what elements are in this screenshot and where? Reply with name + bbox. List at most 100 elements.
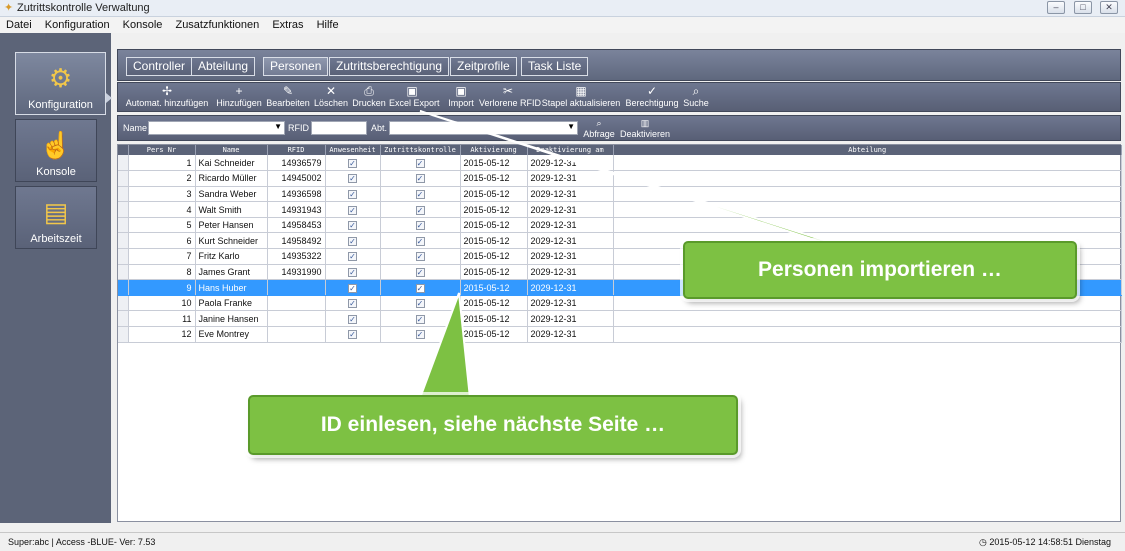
checkbox[interactable]: ✓ <box>415 189 425 199</box>
menu-zusatzfunktionen[interactable]: Zusatzfunktionen <box>175 17 259 33</box>
checkbox[interactable]: ✓ <box>348 314 357 324</box>
checkbox[interactable]: ✓ <box>348 252 357 262</box>
name-filter-select[interactable]: ▼ <box>148 121 285 135</box>
checkbox[interactable]: ✓ <box>415 221 425 231</box>
search-button[interactable]: ⌕ Suche <box>681 84 711 109</box>
rfid-filter-input[interactable] <box>311 121 367 135</box>
col-deaktivierung[interactable]: Deaktivierung am <box>527 145 614 155</box>
cell-abteilung <box>613 217 1122 234</box>
cell-aktivierung: 2015-05-12 <box>460 201 528 218</box>
chevron-down-icon: ▼ <box>567 122 575 131</box>
checkbox[interactable]: ✓ <box>348 189 357 199</box>
cell-zutrittskontrolle: ✓ <box>380 310 461 328</box>
cell-rfid: 14958453 <box>267 217 326 234</box>
table-row[interactable]: 5 Peter Hansen 14958453 ✓ ✓ 2015-05-12 2029-12… <box>118 217 1122 234</box>
col-name[interactable]: Name <box>195 145 268 155</box>
checkbox[interactable]: ✓ <box>348 205 357 215</box>
row-selector <box>118 248 129 265</box>
checkbox[interactable]: ✓ <box>415 330 425 340</box>
checkbox[interactable]: ✓ <box>348 158 357 168</box>
permission-button[interactable]: ✓ Berechtigung <box>625 84 679 109</box>
cell-pers-nr: 4 <box>128 201 196 218</box>
row-selector <box>118 310 129 328</box>
cell-deaktivierung: 2029-12-31 <box>527 310 614 328</box>
minimize-icon[interactable]: – <box>1047 1 1065 14</box>
print-button[interactable]: ⎙ Drucken <box>351 84 387 109</box>
menu-konfiguration[interactable]: Konfiguration <box>45 17 110 33</box>
checkbox[interactable]: ✓ <box>348 174 357 184</box>
checkbox[interactable]: ✓ <box>415 236 425 246</box>
table-row[interactable]: 12 Eve Montrey ✓ ✓ 2015-05-12 2029-12-31 <box>118 326 1122 343</box>
import-button[interactable]: ▣ Import <box>445 84 477 109</box>
query-button[interactable]: ⌕ Abfrage <box>582 118 616 139</box>
title-bar: ✦ Zutrittskontrolle Verwaltung – □ ✕ <box>0 0 1125 17</box>
nav-konfiguration[interactable]: ⚙ Konfiguration <box>15 52 112 115</box>
cell-rfid: 14931990 <box>267 264 326 281</box>
checkbox[interactable]: ✓ <box>415 267 425 277</box>
table-row[interactable]: 2 Ricardo Müller 14945002 ✓ ✓ 2015-05-12 2029-… <box>118 170 1122 187</box>
checkbox[interactable]: ✓ <box>348 267 357 277</box>
cell-anwesenheit: ✓ <box>325 232 381 250</box>
name-filter-label: Name <box>123 123 148 133</box>
tab-personen[interactable]: Personen <box>263 57 329 76</box>
tab-abteilung[interactable]: Abteilung <box>191 57 256 76</box>
table-row[interactable]: 4 Walt Smith 14931943 ✓ ✓ 2015-05-12 2029-12-3… <box>118 201 1122 218</box>
cell-anwesenheit: ✓ <box>325 326 381 343</box>
checkbox[interactable]: ✓ <box>415 174 425 184</box>
col-aktivierung[interactable]: Aktivierung <box>460 145 528 155</box>
auto-add-icon: ✢ <box>161 84 173 98</box>
close-icon[interactable]: ✕ <box>1100 1 1118 14</box>
checkbox[interactable]: ✓ <box>415 283 425 293</box>
cell-name: Walt Smith <box>195 201 268 218</box>
cell-deaktivierung: 2029-12-31 <box>527 232 614 250</box>
checkbox[interactable]: ✓ <box>415 314 425 324</box>
cell-deaktivierung: 2029-12-31 <box>527 326 614 343</box>
cell-name: Peter Hansen <box>195 217 268 234</box>
row-selector <box>118 264 129 281</box>
cell-deaktivierung: 2029-12-31 <box>527 217 614 234</box>
delete-button[interactable]: ✕ Löschen <box>313 84 349 109</box>
cell-rfid <box>267 326 326 343</box>
tab-zutrittsberechtigung[interactable]: Zutrittsberechtigung <box>329 57 450 76</box>
table-row[interactable]: 11 Janine Hansen ✓ ✓ 2015-05-12 2029-12-31 <box>118 310 1122 328</box>
checkbox[interactable]: ✓ <box>415 158 425 168</box>
checkbox[interactable]: ✓ <box>348 299 357 309</box>
menu-datei[interactable]: Datei <box>6 17 32 33</box>
table-row[interactable]: 1 Kai Schneider 14936579 ✓ ✓ 2015-05-12 2029-1… <box>118 155 1122 172</box>
excel-export-button[interactable]: ▣ Excel Export <box>389 84 440 109</box>
cell-anwesenheit: ✓ <box>325 186 381 203</box>
abt-filter-select[interactable]: ▼ <box>389 121 578 135</box>
auto-add-button[interactable]: ✢ Automat. hinzufügen <box>121 84 213 109</box>
nav-arbeitszeit[interactable]: ▤ Arbeitszeit <box>15 186 97 249</box>
menu-hilfe[interactable]: Hilfe <box>317 17 339 33</box>
cell-zutrittskontrolle: ✓ <box>380 295 461 312</box>
nav-label: Arbeitszeit <box>30 233 82 245</box>
nav-label: Konsole <box>36 166 76 178</box>
deactivate-button[interactable]: ▥ Deaktivieren <box>618 118 672 139</box>
cell-pers-nr: 6 <box>128 232 196 250</box>
checkbox[interactable]: ✓ <box>415 299 425 309</box>
checkbox[interactable]: ✓ <box>415 205 425 215</box>
edit-button[interactable]: ✎ Bearbeiten <box>265 84 311 109</box>
maximize-icon[interactable]: □ <box>1074 1 1092 14</box>
checkbox[interactable]: ✓ <box>348 330 357 340</box>
add-button[interactable]: + Hinzufügen <box>215 84 263 109</box>
batch-update-button[interactable]: ▦ Stapel aktualisieren <box>539 84 623 109</box>
tab-task-liste[interactable]: Task Liste <box>521 57 589 76</box>
lost-rfid-button[interactable]: ✂ Verlorene RFID <box>479 84 541 109</box>
tab-controller[interactable]: Controller <box>126 57 193 76</box>
menu-konsole[interactable]: Konsole <box>123 17 163 33</box>
checkbox[interactable]: ✓ <box>348 221 357 231</box>
checkbox[interactable]: ✓ <box>348 283 357 293</box>
menu-extras[interactable]: Extras <box>272 17 303 33</box>
checkbox[interactable]: ✓ <box>415 252 425 262</box>
col-rfid[interactable]: RFID <box>267 145 326 155</box>
tab-zeitprofile[interactable]: Zeitprofile <box>450 57 517 76</box>
table-row[interactable]: 3 Sandra Weber 14936598 ✓ ✓ 2015-05-12 2029-12… <box>118 186 1122 203</box>
col-anwesenheit[interactable]: Anwesenheit <box>325 145 381 155</box>
col-pers-nr[interactable]: Pers Nr <box>128 145 196 155</box>
col-abteilung[interactable]: Abteilung <box>613 145 1122 155</box>
checkbox[interactable]: ✓ <box>348 236 357 246</box>
col-zutrittskontrolle[interactable]: Zutrittskontrolle <box>380 145 461 155</box>
nav-konsole[interactable]: ☝ Konsole <box>15 119 97 182</box>
